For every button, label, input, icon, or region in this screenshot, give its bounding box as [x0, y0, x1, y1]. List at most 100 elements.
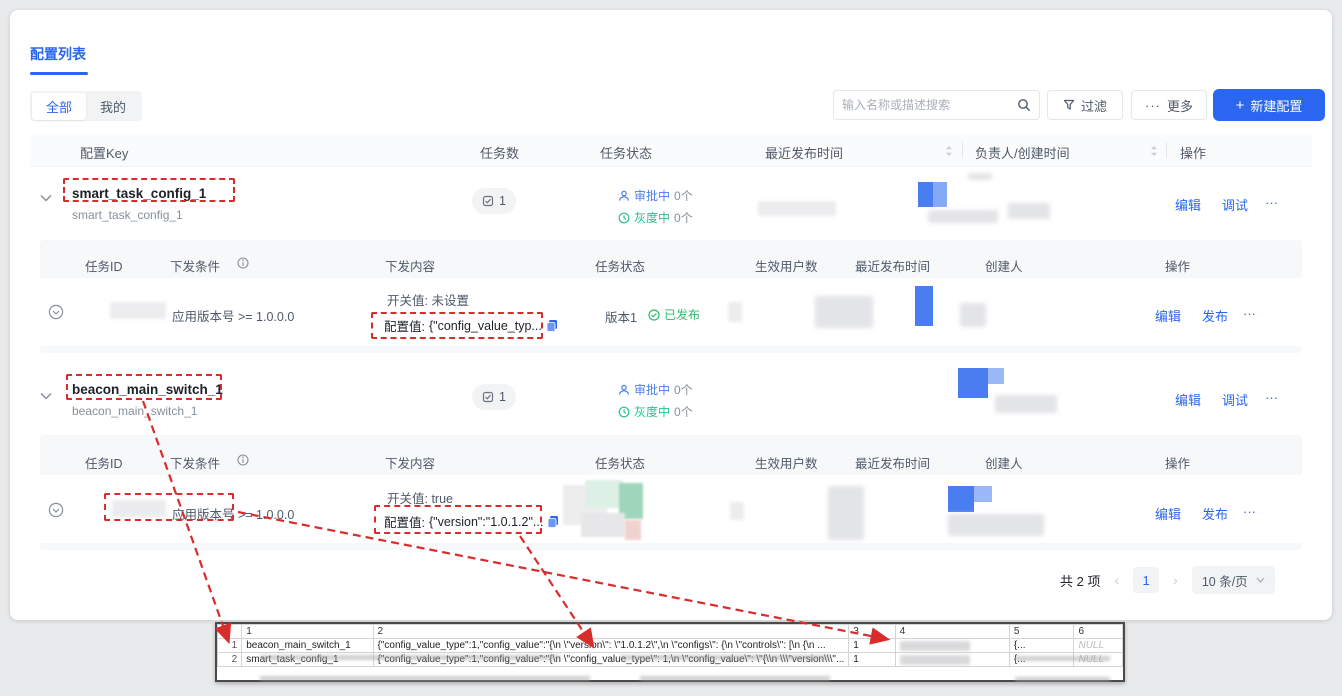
subtable-panel: 任务ID 下发条件 下发内容 任务状态 生效用户数 最近发布时间 创建人 操作 — [40, 435, 1302, 550]
more-ellipsis-icon: ··· — [1145, 98, 1161, 113]
new-config-label: 新建配置 — [1250, 96, 1302, 115]
table-header: 配置Key 任务数 任务状态 最近发布时间 负责人/创建时间 操作 — [30, 134, 1312, 167]
config-key-link[interactable]: smart_task_config_1 — [72, 186, 206, 201]
switch-value-text: 开关值: 未设置 — [387, 290, 469, 309]
subcol-content: 下发内容 — [385, 256, 435, 275]
version-text: 版本1 — [605, 307, 637, 326]
plus-icon: + — [1236, 98, 1245, 113]
col-task-count: 任务数 — [480, 143, 519, 162]
config-list-card: 配置列表 全部 我的 过滤 ··· 更多 + 新建配置 配置Key 任务数 任务… — [10, 10, 1332, 620]
copy-icon[interactable] — [546, 319, 558, 332]
subcol-actions: 操作 — [1165, 256, 1190, 275]
filter-funnel-icon — [1063, 99, 1075, 111]
expand-circle-icon[interactable] — [48, 304, 64, 320]
segment-all[interactable]: 全部 — [32, 93, 86, 120]
header-divider — [1166, 142, 1167, 158]
sort-icon[interactable] — [1150, 145, 1158, 157]
info-icon[interactable] — [237, 454, 249, 466]
expand-circle-icon[interactable] — [48, 502, 64, 518]
subcol-condition: 下发条件 — [170, 256, 220, 275]
sheet-cell-null[interactable]: NULL — [1074, 639, 1123, 653]
sheet-redacted-line — [260, 655, 560, 660]
sheet-redacted-line — [620, 655, 830, 660]
subcol-creator: 创建人 — [985, 453, 1023, 472]
person-icon — [618, 384, 630, 396]
header-divider — [962, 142, 963, 158]
sheet-col-5: 5 — [1009, 625, 1074, 639]
sheet-cell-redacted[interactable] — [895, 639, 1009, 653]
sheet-cell-json2[interactable]: {... — [1009, 639, 1074, 653]
more-label: 更多 — [1167, 96, 1193, 115]
sheet-row[interactable]: 1 beacon_main_switch_1 {"config_value_ty… — [218, 639, 1123, 653]
tab-config-list[interactable]: 配置列表 — [30, 44, 86, 64]
current-page[interactable]: 1 — [1133, 567, 1159, 593]
col-actions: 操作 — [1180, 143, 1206, 162]
sheet-col-6: 6 — [1074, 625, 1123, 639]
page-size-value: 10 条/页 — [1202, 571, 1248, 590]
sheet-row-num: 1 — [218, 639, 242, 653]
sheet-cell-flag[interactable]: 1 — [849, 639, 895, 653]
creator-redacted — [948, 514, 1044, 536]
subcol-users: 生效用户数 — [755, 256, 818, 275]
clipboard-count-icon — [482, 391, 494, 403]
config-value-label: 配置值: — [384, 512, 425, 531]
col-task-status: 任务状态 — [600, 143, 652, 162]
search-box — [833, 90, 1040, 120]
prev-page-icon[interactable]: ‹ — [1114, 572, 1119, 588]
sub-publish-link[interactable]: 发布 — [1202, 504, 1228, 523]
chevron-down-icon[interactable] — [40, 194, 52, 202]
users-redacted — [730, 502, 744, 520]
sub-publish-redacted — [815, 296, 873, 328]
debug-link[interactable]: 调试 — [1222, 195, 1248, 214]
copy-icon[interactable] — [547, 515, 559, 528]
info-icon[interactable] — [237, 257, 249, 269]
debug-link[interactable]: 调试 — [1222, 390, 1248, 409]
sheet-cell-key[interactable]: beacon_main_switch_1 — [242, 639, 373, 653]
subcol-task-id: 任务ID — [85, 256, 123, 275]
col-owner[interactable]: 负责人/创建时间 — [975, 143, 1070, 162]
chevron-down-icon[interactable] — [40, 392, 52, 400]
creator-avatar — [915, 286, 933, 326]
sub-edit-link[interactable]: 编辑 — [1155, 306, 1181, 325]
status-gray-release: 灰度中 0个 — [618, 403, 693, 420]
total-count: 共 2 项 — [1060, 571, 1100, 590]
status-approving-count: 0个 — [674, 381, 693, 398]
sheet-col-3: 3 — [849, 625, 895, 639]
search-icon[interactable] — [1017, 98, 1031, 112]
sheet-cell-json[interactable]: {"config_value_type":1,"config_value":"{… — [373, 639, 849, 653]
search-input[interactable] — [842, 98, 1017, 112]
status-approving: 审批中 0个 — [618, 381, 693, 398]
status-approving-count: 0个 — [674, 187, 693, 204]
more-button[interactable]: ··· 更多 — [1131, 90, 1207, 120]
sheet-cell-redacted[interactable] — [895, 653, 1009, 667]
sheet-col-4: 4 — [895, 625, 1009, 639]
sheet-col-1: 1 — [242, 625, 373, 639]
edit-link[interactable]: 编辑 — [1175, 195, 1201, 214]
sub-more-link[interactable]: ··· — [1243, 306, 1256, 321]
config-value-line: 配置值: {"version":"1.0.1.2"... — [384, 512, 559, 531]
config-key-link[interactable]: beacon_main_switch_1 — [72, 382, 223, 397]
row-more-link[interactable]: ··· — [1265, 195, 1278, 210]
config-value-text: {"config_value_typ... — [429, 319, 542, 333]
edit-link[interactable]: 编辑 — [1175, 390, 1201, 409]
users-redacted — [728, 302, 742, 322]
next-page-icon[interactable]: › — [1173, 572, 1178, 588]
new-config-button[interactable]: + 新建配置 — [1213, 89, 1325, 121]
row-more-link[interactable]: ··· — [1265, 390, 1278, 405]
config-value-line: 配置值: {"config_value_typ... — [384, 316, 558, 335]
subcol-content: 下发内容 — [385, 453, 435, 472]
sub-more-link[interactable]: ··· — [1243, 504, 1256, 519]
sub-publish-link[interactable]: 发布 — [1202, 306, 1228, 325]
sort-icon[interactable] — [945, 145, 953, 157]
status-approving-label: 审批中 — [634, 187, 670, 204]
sub-edit-link[interactable]: 编辑 — [1155, 504, 1181, 523]
col-publish-time[interactable]: 最近发布时间 — [765, 143, 843, 162]
database-sheet: 1 2 3 4 5 6 1 beacon_main_switch_1 {"con… — [215, 622, 1125, 682]
caret-down-icon — [1256, 577, 1265, 583]
filter-button[interactable]: 过滤 — [1047, 90, 1123, 120]
page-size-select[interactable]: 10 条/页 — [1192, 566, 1275, 594]
filter-label: 过滤 — [1081, 96, 1107, 115]
sheet-cell-flag[interactable]: 1 — [849, 653, 895, 667]
segment-mine[interactable]: 我的 — [86, 93, 140, 120]
subcol-task-id: 任务ID — [85, 453, 123, 472]
